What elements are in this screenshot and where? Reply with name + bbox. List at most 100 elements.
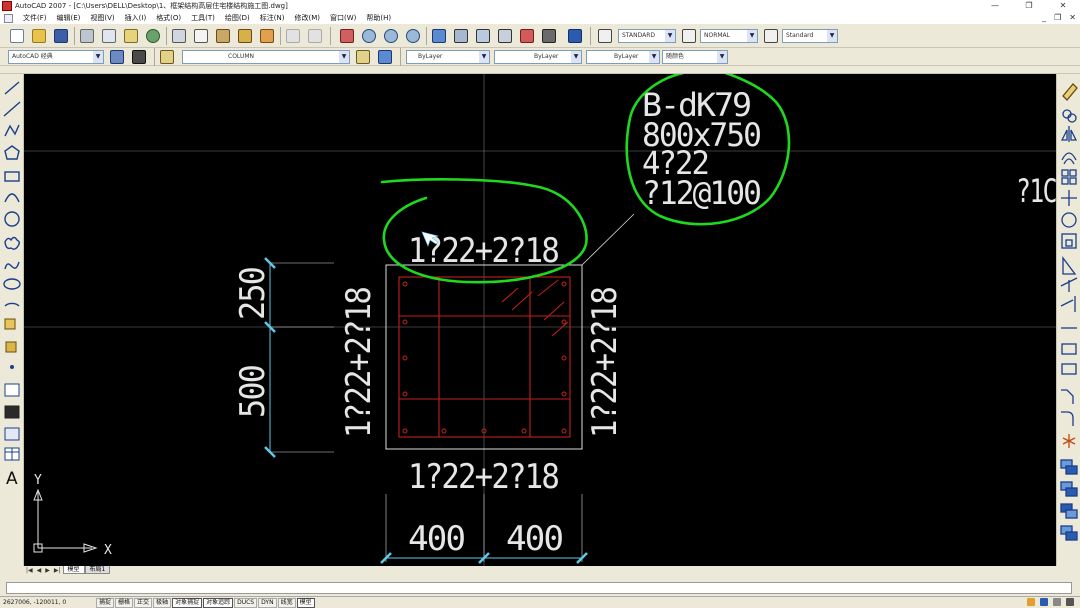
layer-manager-icon[interactable] xyxy=(158,48,176,66)
quickcalc-icon[interactable] xyxy=(540,27,558,45)
chevron-down-icon: ▼ xyxy=(93,51,103,63)
make-current-layer-icon[interactable] xyxy=(354,48,372,66)
layer-previous-icon[interactable] xyxy=(376,48,394,66)
menu-insert[interactable]: 插入(I) xyxy=(120,13,152,23)
drawing-canvas[interactable]: 1?22+2?18 1?22+2?18 1?22+2?18 1?22+2?18 … xyxy=(24,74,1056,566)
properties-icon[interactable] xyxy=(430,27,448,45)
dim-style-select[interactable]: NORMAL ▼ xyxy=(700,29,758,43)
linetype-select[interactable]: ByLayer ▼ xyxy=(494,50,582,64)
menu-tools[interactable]: 工具(T) xyxy=(186,13,220,23)
print-preview-icon[interactable] xyxy=(100,27,118,45)
undo-icon[interactable] xyxy=(284,27,302,45)
new-file-icon[interactable] xyxy=(8,27,26,45)
osnap-toggle[interactable]: 对象捕捉 xyxy=(172,597,203,608)
menu-window[interactable]: 窗口(W) xyxy=(325,13,361,23)
workspace-save-icon[interactable] xyxy=(130,48,148,66)
minimize-button[interactable]: — xyxy=(978,0,1012,12)
menu-file[interactable]: 文件(F) xyxy=(18,13,52,23)
save-icon[interactable] xyxy=(52,27,70,45)
redo-icon[interactable] xyxy=(306,27,324,45)
design-center-icon[interactable] xyxy=(452,27,470,45)
table-style-icon[interactable] xyxy=(762,27,780,45)
block-editor-icon[interactable] xyxy=(258,27,276,45)
doc-minimize-button[interactable]: _ xyxy=(1042,12,1046,24)
help-icon[interactable] xyxy=(566,27,584,45)
menu-help[interactable]: 帮助(H) xyxy=(361,13,396,23)
match-properties-icon[interactable] xyxy=(236,27,254,45)
line-icon xyxy=(4,81,20,95)
document-icon[interactable] xyxy=(4,13,13,23)
polar-toggle[interactable]: 极轴 xyxy=(153,597,172,608)
comm-center-icon[interactable] xyxy=(1027,598,1035,606)
publish-icon[interactable] xyxy=(122,27,140,45)
status-settings-icon[interactable] xyxy=(1053,598,1061,606)
close-button[interactable]: ✕ xyxy=(1046,0,1080,12)
gradient-icon xyxy=(4,405,20,419)
offset-icon xyxy=(1061,152,1077,165)
plot-style-select[interactable]: 随颜色 ▼ xyxy=(662,50,728,64)
paste-icon[interactable] xyxy=(214,27,232,45)
doc-close-button[interactable]: ✕ xyxy=(1069,12,1076,24)
doc-restore-button[interactable]: ❐ xyxy=(1054,12,1061,24)
ortho-toggle[interactable]: 正交 xyxy=(134,597,153,608)
print-icon[interactable] xyxy=(78,27,96,45)
plot-style-value: 随颜色 xyxy=(666,53,685,60)
tab-last-button[interactable]: ▶| xyxy=(52,567,63,574)
menu-dimension[interactable]: 标注(N) xyxy=(255,13,290,23)
workspace-select[interactable]: AutoCAD 经典 ▼ xyxy=(8,50,104,64)
pan-icon[interactable] xyxy=(338,27,356,45)
open-file-icon[interactable] xyxy=(30,27,48,45)
snap-toggle[interactable]: 捕捉 xyxy=(96,597,115,608)
clean-screen-icon[interactable] xyxy=(1066,598,1074,606)
lock-icon[interactable] xyxy=(1040,598,1048,606)
menu-bar: 文件(F) 编辑(E) 视图(V) 插入(I) 格式(O) 工具(T) 绘图(D… xyxy=(0,12,1080,24)
lineweight-value: ByLayer xyxy=(614,53,639,60)
ducs-toggle[interactable]: DUCS xyxy=(234,597,258,608)
command-line-panel xyxy=(0,574,1080,596)
layer-select[interactable]: COLUMN ▼ xyxy=(182,50,350,64)
3d-dwf-icon[interactable] xyxy=(144,27,162,45)
restore-button[interactable]: ❐ xyxy=(1012,0,1046,12)
tab-model[interactable]: 模型 xyxy=(62,566,85,574)
tab-next-button[interactable]: ▶ xyxy=(43,567,52,574)
revision-cloud-icon xyxy=(4,236,20,250)
sheet-set-icon[interactable] xyxy=(496,27,514,45)
grid-toggle[interactable]: 栅格 xyxy=(115,597,134,608)
lineweight-toggle[interactable]: 线宽 xyxy=(277,597,296,608)
otrack-toggle[interactable]: 对象追踪 xyxy=(203,597,234,608)
tab-prev-button[interactable]: ◀ xyxy=(35,567,44,574)
zoom-window-icon[interactable] xyxy=(382,27,400,45)
menu-format[interactable]: 格式(O) xyxy=(151,13,186,23)
dim-style-icon[interactable] xyxy=(680,27,698,45)
copy-icon[interactable] xyxy=(192,27,210,45)
tool-palettes-icon[interactable] xyxy=(474,27,492,45)
table-style-select[interactable]: Standard ▼ xyxy=(782,29,838,43)
markup-set-icon[interactable] xyxy=(518,27,536,45)
zoom-realtime-icon[interactable] xyxy=(360,27,378,45)
make-block-icon xyxy=(5,341,17,353)
dim-style-value: NORMAL xyxy=(704,32,731,39)
tab-layout1[interactable]: 布局1 xyxy=(84,566,111,574)
color-select[interactable]: ByLayer ▼ xyxy=(406,50,490,64)
menu-draw[interactable]: 绘图(D) xyxy=(220,13,255,23)
workspace-settings-icon[interactable] xyxy=(108,48,126,66)
spline-icon xyxy=(4,261,20,270)
model-space-toggle[interactable]: 模型 xyxy=(296,597,315,608)
menu-edit[interactable]: 编辑(E) xyxy=(52,13,86,23)
text-style-select[interactable]: STANDARD ▼ xyxy=(618,29,676,43)
ucs-icon xyxy=(33,488,98,553)
hatch-line-3 xyxy=(537,279,559,297)
menu-modify[interactable]: 修改(M) xyxy=(289,13,325,23)
menu-view[interactable]: 视图(V) xyxy=(85,13,119,23)
zoom-previous-icon[interactable] xyxy=(404,27,422,45)
tab-first-button[interactable]: |◀ xyxy=(24,567,35,574)
cut-icon[interactable] xyxy=(170,27,188,45)
toolbar-spacer xyxy=(0,66,1080,74)
multiline-text-icon: A xyxy=(6,469,18,489)
layers-toolbar: AutoCAD 经典 ▼ COLUMN ▼ ByLayer ▼ ByLayer ▼ By… xyxy=(0,48,1080,66)
dyn-toggle[interactable]: DYN xyxy=(258,597,277,608)
text-style-icon[interactable] xyxy=(596,27,614,45)
lineweight-select[interactable]: ByLayer ▼ xyxy=(586,50,660,64)
command-line-input[interactable] xyxy=(6,582,1072,594)
chevron-down-icon: ▼ xyxy=(479,51,489,63)
